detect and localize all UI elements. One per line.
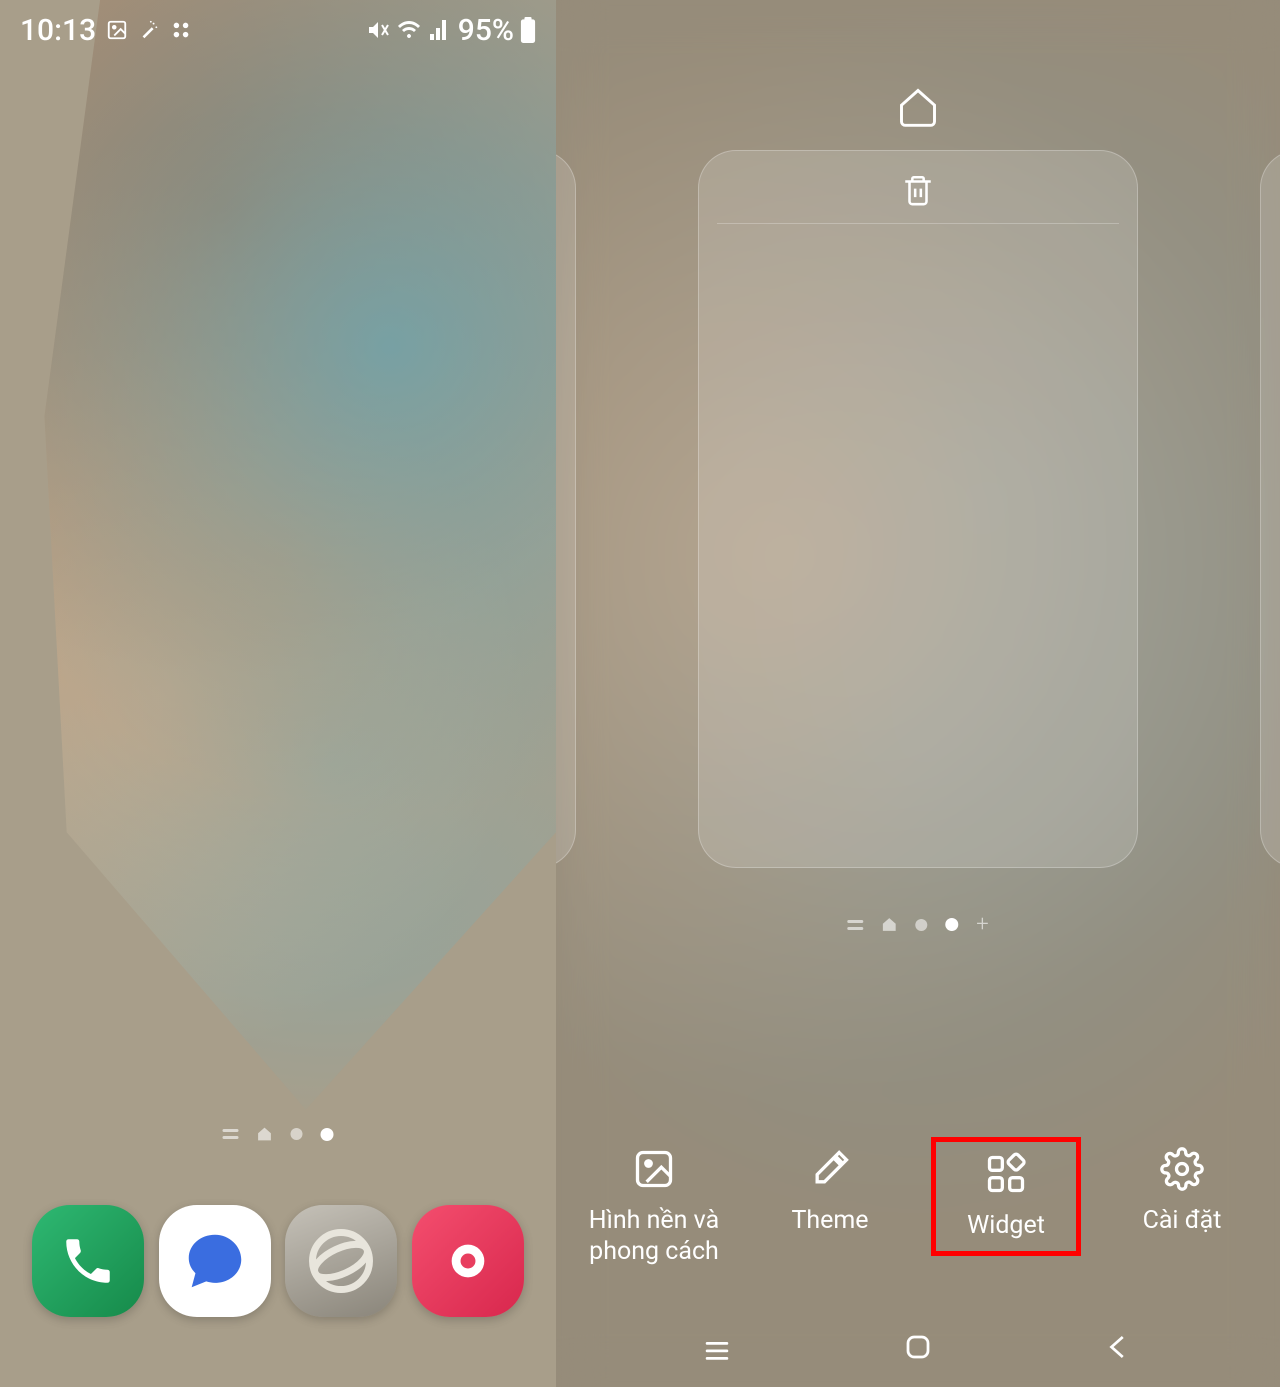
apps-panel-dot <box>223 1129 239 1139</box>
widget-label: Widget <box>967 1210 1045 1241</box>
page-preview[interactable] <box>698 150 1138 868</box>
gear-icon <box>1160 1147 1204 1191</box>
wifi-icon <box>396 18 422 42</box>
divider <box>717 223 1119 224</box>
battery-percent: 95% <box>458 13 514 48</box>
page-dot <box>915 919 927 931</box>
widget-icon <box>984 1152 1028 1196</box>
home-dot <box>257 1126 273 1142</box>
system-nav-bar <box>556 1327 1280 1367</box>
theme-icon <box>808 1147 852 1191</box>
widget-option[interactable]: Widget <box>931 1137 1081 1256</box>
back-button[interactable] <box>1099 1327 1139 1367</box>
home-icon[interactable] <box>896 85 940 133</box>
mute-icon <box>366 18 390 42</box>
messages-app[interactable] <box>159 1205 271 1317</box>
home-edit-screen: + Hình nền và phong cách Theme Widget Cà… <box>556 0 1280 1387</box>
theme-option[interactable]: Theme <box>755 1137 905 1246</box>
battery-icon <box>520 17 536 43</box>
phone-app[interactable] <box>32 1205 144 1317</box>
home-dot <box>881 917 897 933</box>
page-dot-active <box>945 918 958 931</box>
edit-options-row: Hình nền và phong cách Theme Widget Cài … <box>556 1137 1280 1278</box>
apps-panel-dot <box>847 920 863 930</box>
page-dot-active <box>321 1128 334 1141</box>
status-bar: 10:13 95% <box>0 0 556 60</box>
settings-label: Cài đặt <box>1143 1205 1222 1236</box>
page-preview-prev[interactable] <box>556 150 576 868</box>
settings-option[interactable]: Cài đặt <box>1107 1137 1257 1246</box>
wallpaper-label: Hình nền và phong cách <box>583 1205 725 1268</box>
delete-page-button[interactable] <box>901 171 935 213</box>
home-screen: 10:13 95% <box>0 0 556 1387</box>
page-indicator[interactable] <box>223 1126 334 1142</box>
edit-page-indicator[interactable]: + <box>847 912 988 937</box>
browser-app[interactable] <box>285 1205 397 1317</box>
page-dot <box>291 1128 303 1140</box>
status-time: 10:13 <box>20 13 96 48</box>
apps-icon <box>170 19 192 41</box>
page-preview-next[interactable] <box>1260 150 1280 868</box>
signal-icon <box>428 18 452 42</box>
wallpaper <box>0 0 556 1387</box>
recents-button[interactable] <box>697 1327 737 1367</box>
wallpaper-icon <box>632 1147 676 1191</box>
image-icon <box>106 19 128 41</box>
camera-app[interactable] <box>412 1205 524 1317</box>
theme-label: Theme <box>791 1205 868 1236</box>
home-button[interactable] <box>898 1327 938 1367</box>
magic-wand-icon <box>138 19 160 41</box>
wallpaper-option[interactable]: Hình nền và phong cách <box>579 1137 729 1278</box>
add-page-dot[interactable]: + <box>976 912 988 937</box>
dock <box>0 1205 556 1317</box>
